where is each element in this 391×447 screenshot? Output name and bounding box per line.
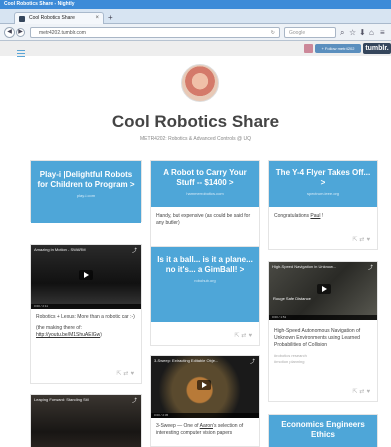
post-link-gimball: Is it a ball... is it a plane... no it's… bbox=[150, 246, 260, 346]
share-icon[interactable]: ⤴ bbox=[368, 264, 373, 271]
post-text-b-line: (the making there of: http://youtu.be/M1… bbox=[36, 325, 136, 339]
link-url: play-i.com bbox=[76, 193, 96, 198]
post-text: High-Speed Autonomous Navigation of Unkn… bbox=[274, 328, 361, 348]
video-time: 0:00 / 2:45 bbox=[154, 413, 169, 417]
video-player[interactable]: Amazing in Motion - SWARM ⤴ 0:00 / 2:11 bbox=[31, 245, 141, 309]
video-player[interactable]: High-Speed Navigation in Unknow... ⤴ Rou… bbox=[269, 262, 377, 320]
link-title[interactable]: Is it a ball... is it a plane... no it's… bbox=[157, 255, 253, 275]
window-title: Cool Robotics Share - Nightly bbox=[4, 1, 75, 7]
post-text: Congratulations Paul ! bbox=[269, 207, 377, 220]
blog-title[interactable]: Cool Robotics Share bbox=[0, 112, 391, 132]
tumblr-favicon-icon bbox=[19, 16, 25, 22]
tab-strip: Cool Robotics Share × + bbox=[0, 9, 391, 24]
post-video-swarm: Amazing in Motion - SWARM ⤴ 0:00 / 2:11 … bbox=[30, 244, 142, 384]
menu-icon[interactable]: ≡ bbox=[380, 27, 385, 38]
like-heart-icon[interactable]: ♥ bbox=[366, 237, 372, 243]
tab-label: Cool Robotics Share bbox=[29, 15, 75, 21]
tab-close-icon[interactable]: × bbox=[95, 13, 99, 24]
video-time: 0:00 / 1:51 bbox=[272, 315, 287, 319]
video-player[interactable]: 3-Sweep: Extracting Editable Obje... ⤴ 0… bbox=[151, 356, 259, 418]
navigation-bar: ◀ ▶ metr4202.tumblr.com ↻ Google ⌕ ☆ ⬇ ⌂… bbox=[0, 24, 391, 41]
play-button-icon[interactable] bbox=[197, 380, 211, 390]
downloads-icon[interactable]: ⬇ bbox=[359, 27, 366, 38]
link-url: robohub.org bbox=[194, 278, 216, 283]
back-button[interactable]: ◀ bbox=[4, 27, 15, 38]
post-link-play-i: Play-i |Delightful Robots for Children t… bbox=[30, 160, 142, 223]
link-header[interactable]: Play-i |Delightful Robots for Children t… bbox=[31, 161, 141, 223]
link-header[interactable]: Is it a ball... is it a plane... no it's… bbox=[151, 247, 259, 322]
share-icon[interactable]: ⤴ bbox=[132, 397, 137, 404]
like-heart-icon[interactable]: ♥ bbox=[248, 333, 254, 339]
video-controls[interactable]: 0:00 / 1:51 bbox=[269, 315, 377, 320]
video-title: Amazing in Motion - SWARM bbox=[34, 247, 86, 252]
link-title[interactable]: Economics Engineers Ethics bbox=[275, 420, 371, 440]
search-placeholder: Google bbox=[289, 30, 306, 36]
hamburger-menu-icon[interactable] bbox=[17, 50, 25, 59]
link-url: spectrum.ieee.org bbox=[306, 191, 339, 196]
link-header[interactable]: The Y-4 Flyer Takes Off... > spectrum.ie… bbox=[269, 161, 377, 207]
post-video-high-speed: High-Speed Navigation in Unknow... ⤴ Rou… bbox=[268, 261, 378, 402]
video-controls[interactable]: 0:00 / 2:11 bbox=[31, 304, 141, 309]
url-bar[interactable]: metr4202.tumblr.com ↻ bbox=[30, 27, 280, 38]
link-title[interactable]: A Robot to Carry Your Stuff -- $1400 > bbox=[157, 168, 253, 188]
follow-button[interactable]: + Follow metr4202 bbox=[315, 44, 361, 53]
tab-cool-robotics[interactable]: Cool Robotics Share × bbox=[14, 12, 104, 24]
home-icon[interactable]: ⌂ bbox=[369, 27, 374, 38]
post-text: 3-Sweep — One of Aaron's selection of in… bbox=[151, 418, 259, 437]
forward-button[interactable]: ▶ bbox=[16, 28, 25, 37]
share-icon[interactable]: ⤴ bbox=[250, 358, 255, 365]
post-video-3sweep: 3-Sweep: Extracting Editable Obje... ⤴ 0… bbox=[150, 355, 260, 447]
post-text-a: Congratulations bbox=[274, 213, 311, 219]
post-actions: ⇱⇄♥ bbox=[234, 332, 254, 339]
post-text-c: ) bbox=[100, 332, 102, 338]
like-heart-icon[interactable]: ♥ bbox=[366, 389, 372, 395]
link-title[interactable]: Play-i |Delightful Robots for Children t… bbox=[37, 170, 135, 190]
tumblr-control-bar: + Follow metr4202 tumblr. bbox=[0, 41, 391, 56]
post-link-economics: Economics Engineers Ethics bbox=[268, 414, 378, 447]
search-icon[interactable]: ⌕ bbox=[340, 27, 344, 38]
share-icon[interactable]: ⤴ bbox=[132, 247, 137, 254]
post-actions: ⇱⇄♥ bbox=[352, 388, 372, 395]
window-titlebar: Cool Robotics Share - Nightly bbox=[0, 0, 391, 9]
video-player[interactable]: Leaping Forward: Standing Stil ⤴ bbox=[31, 395, 141, 447]
blog-description: METR4202: Robotics & Advanced Controls @… bbox=[140, 136, 251, 142]
post-text: Robotics + Lexus: More than a robotic ca… bbox=[31, 309, 141, 339]
post-text-b: ! bbox=[320, 213, 324, 219]
like-heart-icon[interactable]: ♥ bbox=[130, 371, 136, 377]
post-text: Handy, but expensive (as could be said f… bbox=[156, 213, 251, 226]
post-text-a: 3-Sweep — One of bbox=[156, 423, 200, 429]
video-overlay-text: Rouge Safe Distance bbox=[273, 296, 311, 301]
post-tags: #robotics research #motion planning bbox=[269, 349, 377, 365]
post-link-y4-flyer: The Y-4 Flyer Takes Off... > spectrum.ie… bbox=[268, 160, 378, 250]
bookmark-star-icon[interactable]: ☆ bbox=[349, 27, 356, 38]
user-avatar[interactable] bbox=[304, 44, 313, 53]
post-actions: ⇱⇄♥ bbox=[352, 236, 372, 243]
tumblr-logo-button[interactable]: tumblr. bbox=[363, 43, 391, 54]
search-bar[interactable]: Google bbox=[284, 27, 336, 38]
video-title: Leaping Forward: Standing Stil bbox=[34, 397, 89, 402]
url-text: metr4202.tumblr.com bbox=[39, 30, 86, 36]
blog-avatar[interactable] bbox=[181, 64, 219, 102]
post-video-leaping: Leaping Forward: Standing Stil ⤴ bbox=[30, 394, 142, 447]
new-tab-icon[interactable]: + bbox=[108, 14, 113, 22]
video-controls[interactable]: 0:00 / 2:45 bbox=[151, 413, 259, 418]
tag-motion-planning[interactable]: #motion planning bbox=[274, 359, 372, 365]
link-header[interactable]: A Robot to Carry Your Stuff -- $1400 > h… bbox=[151, 161, 259, 207]
youtube-link[interactable]: http://youtu.be/M1ShuAElGw bbox=[36, 332, 100, 338]
link-title[interactable]: The Y-4 Flyer Takes Off... > bbox=[275, 168, 371, 188]
link-header[interactable]: Economics Engineers Ethics bbox=[269, 415, 377, 447]
link-url: hammerrobotics.com bbox=[186, 191, 224, 196]
post-text-a: Robotics + Lexus: More than a robotic ca… bbox=[36, 314, 135, 320]
play-button-icon[interactable] bbox=[317, 284, 331, 294]
video-title: 3-Sweep: Extracting Editable Obje... bbox=[154, 358, 219, 363]
paul-link[interactable]: Paul bbox=[310, 213, 320, 219]
author-link[interactable]: Aaron bbox=[200, 423, 213, 429]
reload-icon[interactable]: ↻ bbox=[271, 28, 275, 38]
video-time: 0:00 / 2:11 bbox=[34, 304, 48, 308]
post-actions: ⇱⇄♥ bbox=[116, 370, 136, 377]
video-title: High-Speed Navigation in Unknow... bbox=[272, 264, 337, 269]
post-text-b: (the making there of: bbox=[36, 325, 82, 331]
play-button-icon[interactable] bbox=[79, 270, 93, 280]
